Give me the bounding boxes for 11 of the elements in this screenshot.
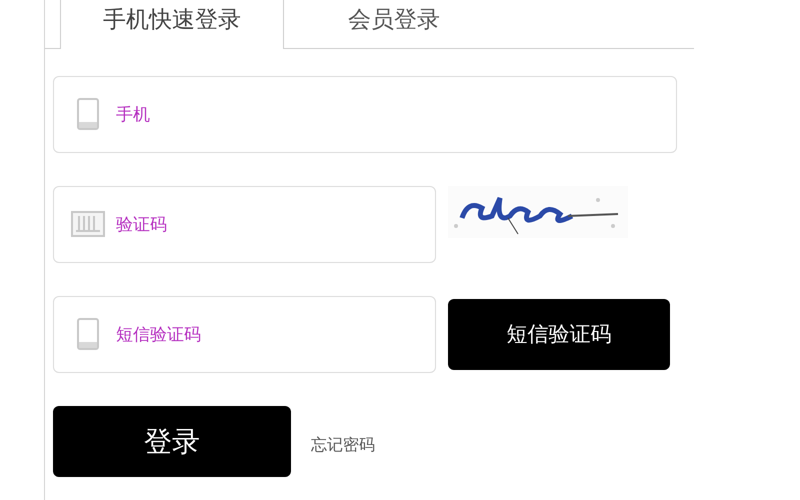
phone-icon — [77, 98, 99, 130]
input-field[interactable]: 手机 — [53, 76, 677, 153]
phone-icon — [77, 318, 99, 350]
tab[interactable]: 手机快速登录 — [60, 0, 284, 49]
login-button[interactable]: 登录 — [53, 406, 291, 477]
sms-code-button[interactable]: 短信验证码 — [448, 299, 670, 370]
input-field[interactable]: 短信验证码 — [53, 296, 436, 373]
input-field[interactable]: 验证码 — [53, 186, 436, 263]
tab[interactable]: 会员登录 — [284, 0, 504, 48]
forgot-password-link[interactable]: 忘记密码 — [311, 432, 375, 456]
keyboard-icon — [71, 211, 105, 237]
